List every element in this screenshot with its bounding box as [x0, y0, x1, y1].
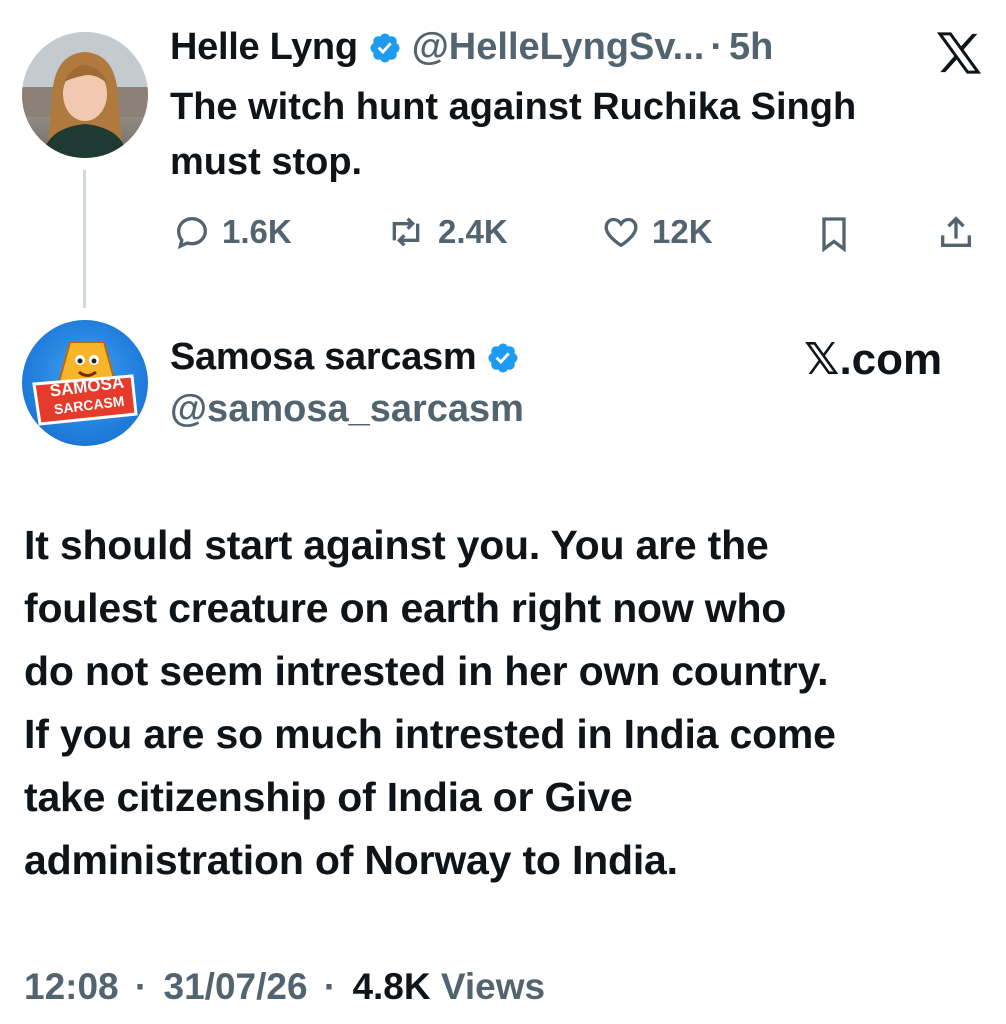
repost-count: 2.4K — [438, 213, 508, 250]
tweet-text-line: The witch hunt against Ruchika Singh — [170, 86, 857, 128]
tweet-text-line: It should start against you. You are the — [24, 522, 769, 568]
reply-button[interactable]: 1.6K — [172, 212, 292, 252]
tweet-time[interactable]: 12:08 — [24, 966, 119, 1007]
author-name[interactable]: Helle Lyng — [170, 26, 358, 69]
reply-icon — [176, 216, 208, 250]
reply-tweet-text: It should start against you. You are the… — [24, 514, 836, 892]
like-button[interactable]: 12K — [600, 212, 713, 252]
parent-tweet-text: The witch hunt against Ruchika Singh mus… — [170, 80, 856, 190]
tweet-text-line: do not seem intrested in her own country… — [24, 648, 829, 694]
reply-count: 1.6K — [222, 213, 292, 250]
tweet-text-line: administration of Norway to India. — [24, 837, 678, 883]
thread-line — [83, 170, 86, 308]
tweet-time[interactable]: 5h — [729, 26, 773, 69]
x-com-brand: 𝕏.com — [804, 335, 943, 384]
helle-lyng-avatar[interactable] — [22, 32, 148, 158]
repost-button[interactable]: 2.4K — [384, 212, 508, 252]
tweet-date[interactable]: 31/07/26 — [164, 966, 308, 1007]
tweet-text-line: take citizenship of India or Give — [24, 774, 633, 820]
author-handle[interactable]: @HelleLyngSv... — [412, 26, 705, 69]
like-count: 12K — [652, 213, 713, 250]
like-icon — [604, 217, 638, 248]
separator-dot: · — [323, 966, 337, 1007]
views-label: Views — [440, 966, 546, 1007]
author-handle[interactable]: @samosa_sarcasm — [170, 388, 524, 431]
tweet-text-line: If you are so much intrested in India co… — [24, 711, 836, 757]
x-logo-icon[interactable] — [936, 32, 982, 79]
share-icon[interactable] — [936, 212, 976, 257]
author-name[interactable]: Samosa sarcasm — [170, 336, 477, 379]
tweet-text-line: must stop. — [170, 141, 363, 183]
separator-dot: · — [710, 26, 723, 68]
reply-tweet-header: Samosa sarcasm — [170, 336, 520, 379]
tweet-text-line: foulest creature on earth right now who — [24, 585, 787, 631]
verified-badge-icon — [368, 31, 402, 65]
repost-icon — [392, 217, 420, 247]
views-count[interactable]: 4.8K — [352, 966, 430, 1007]
verified-badge-icon — [486, 341, 520, 375]
bookmark-icon[interactable] — [814, 214, 854, 259]
separator-dot: · — [134, 966, 148, 1007]
samosa-sarcasm-avatar[interactable]: SAMOSA SARCASM — [22, 320, 148, 446]
tweet-meta: 12:08 · 31/07/26 · 4.8K Views — [24, 966, 545, 1008]
parent-tweet-header: Helle Lyng @HelleLyngSv... · 5h — [170, 26, 773, 69]
